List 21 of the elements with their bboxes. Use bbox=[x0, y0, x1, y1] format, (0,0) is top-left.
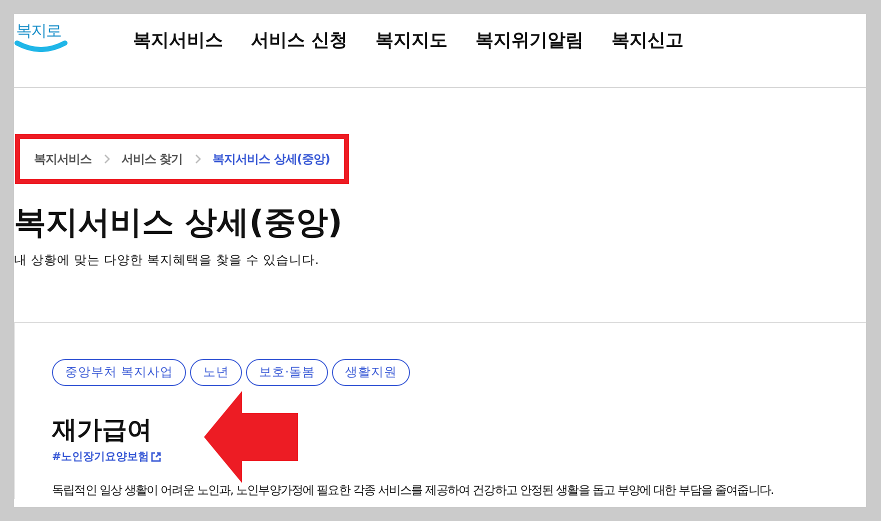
external-link-icon bbox=[151, 452, 162, 462]
nav-link[interactable]: 복지신고 bbox=[611, 28, 684, 52]
service-description: 독립적인 일상 생활이 어려운 노인과, 노인부양가정에 필요한 각종 서비스를 제공하여 건강하고 안정된 생활을 돕고 부양에 대한 부담을 줄여줍니다. bbox=[52, 482, 774, 499]
category-tag: 노년 bbox=[190, 359, 242, 386]
category-tag: 생활지원 bbox=[332, 359, 410, 386]
nav-link[interactable]: 복지지도 bbox=[375, 28, 448, 52]
page-subtitle: 내 상황에 맞는 다양한 복지혜택을 찾을 수 있습니다. bbox=[14, 252, 320, 269]
chevron-right-icon bbox=[104, 154, 110, 164]
category-tag: 보호·돌봄 bbox=[246, 359, 328, 386]
breadcrumb-link[interactable]: 서비스 찾기 bbox=[122, 150, 183, 168]
nav-link[interactable]: 복지위기알림 bbox=[475, 28, 584, 52]
nav-link[interactable]: 서비스 신청 bbox=[251, 28, 348, 52]
breadcrumb-link[interactable]: 복지서비스 상세(중앙) bbox=[212, 150, 330, 168]
service-title: 재가급여 bbox=[52, 415, 152, 445]
category-tag: 중앙부처 복지사업 bbox=[52, 359, 186, 386]
external-link[interactable]: #노인장기요양보험 bbox=[52, 449, 162, 464]
breadcrumb-link[interactable]: 복지서비스 bbox=[34, 150, 92, 168]
logo[interactable]: 복지로 bbox=[14, 20, 70, 52]
chevron-right-icon bbox=[194, 154, 201, 164]
page-title: 복지서비스 상세(중앙) bbox=[14, 202, 344, 242]
nav-link[interactable]: 복지서비스 bbox=[133, 28, 223, 52]
